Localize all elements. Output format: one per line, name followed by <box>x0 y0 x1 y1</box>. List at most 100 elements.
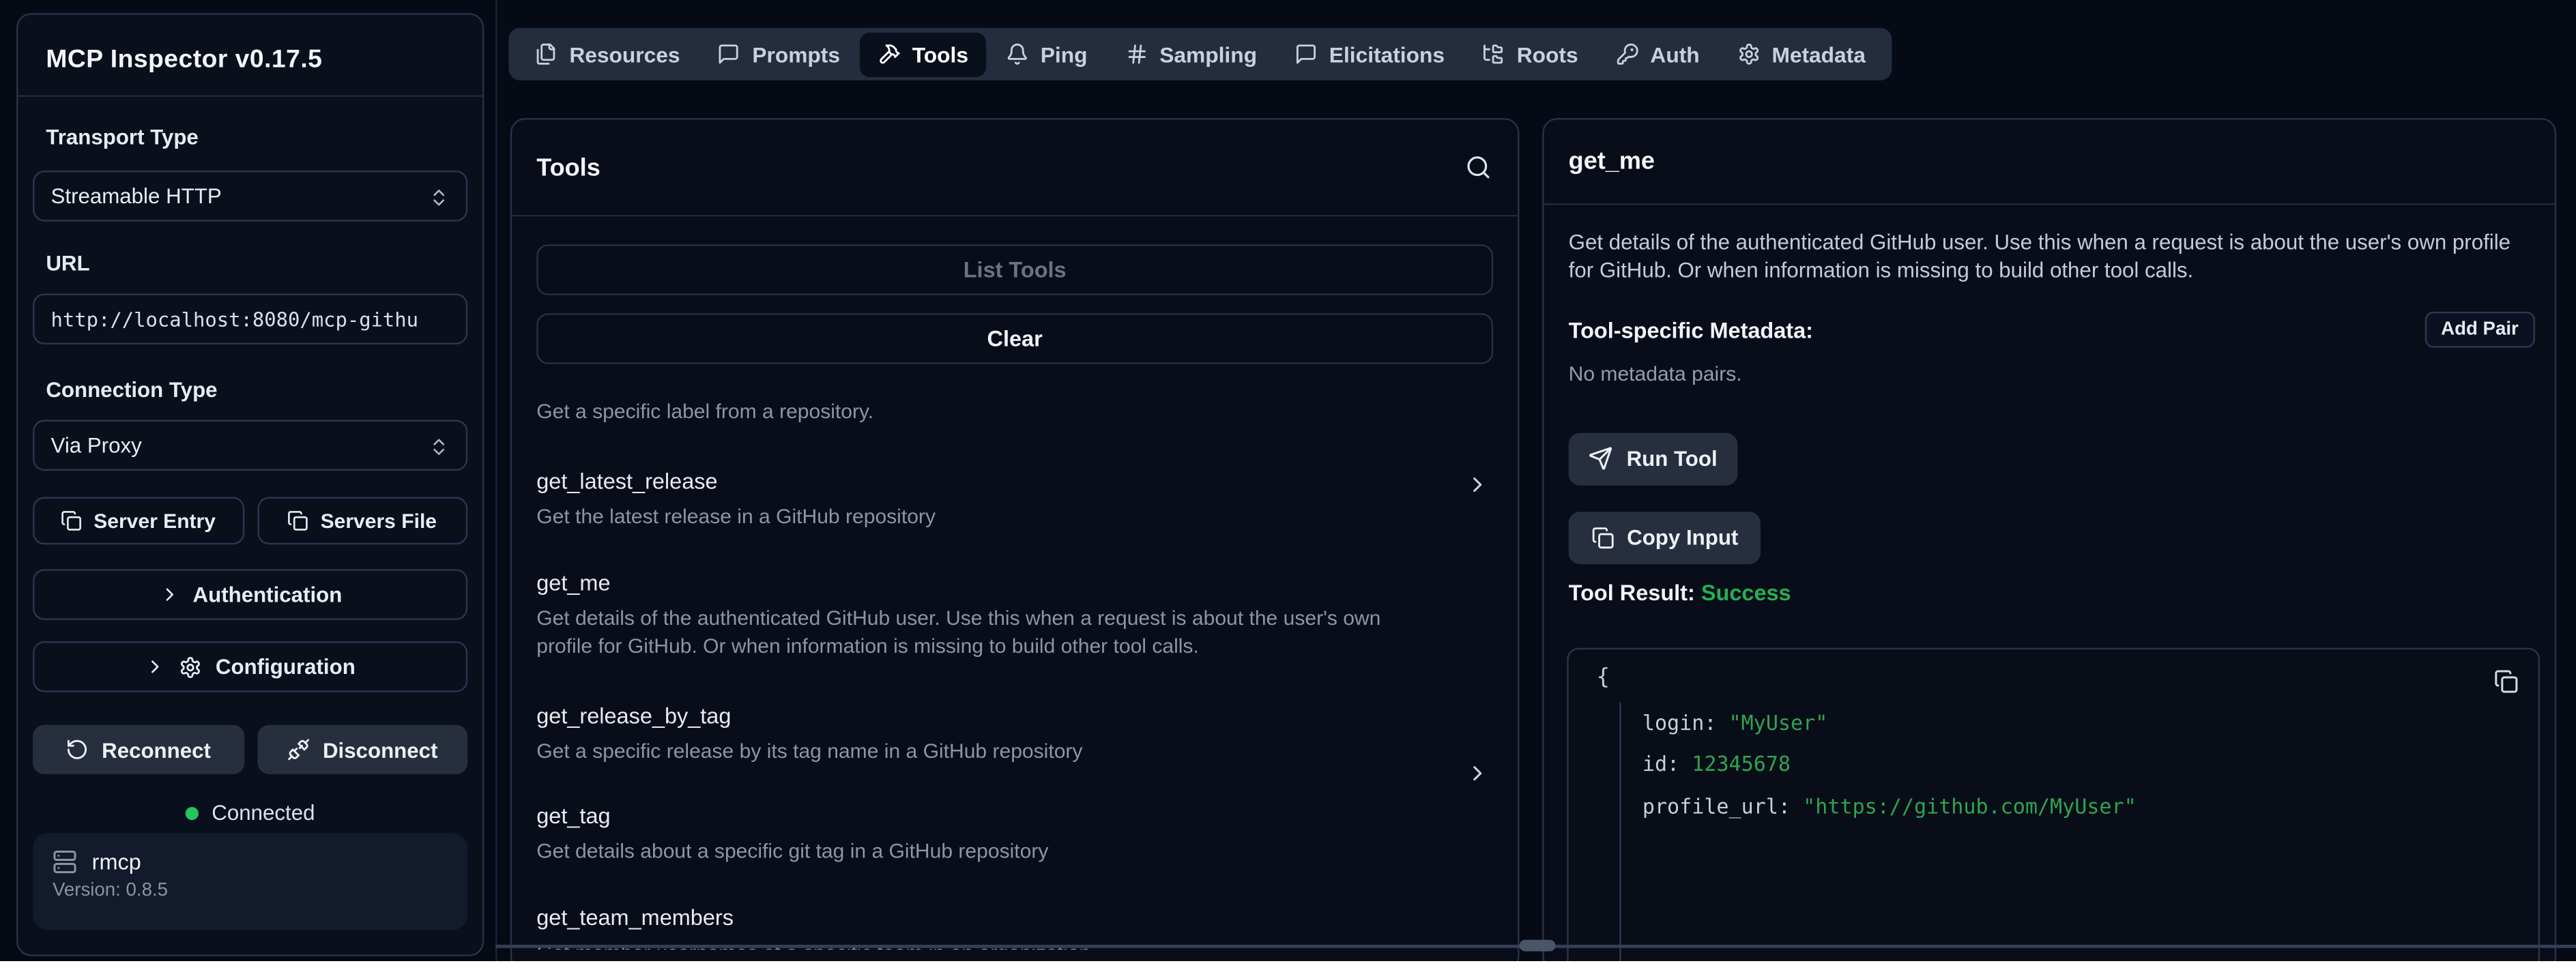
tools-panel: Tools List Tools Clear Get a specific la… <box>510 117 1520 960</box>
connection-type-value: Via Proxy <box>51 433 142 458</box>
tab-tools[interactable]: Tools <box>860 32 987 76</box>
connected-status-dot <box>186 807 199 820</box>
tool-description: Get details of the authenticated GitHub … <box>536 605 1422 659</box>
tab-resources[interactable]: Resources <box>517 32 698 76</box>
tool-description: Get a specific release by its tag name i… <box>536 738 1493 765</box>
json-gap <box>1642 827 2137 954</box>
folder-tree-icon <box>1482 43 1505 66</box>
json-line: login: "MyUser" <box>1642 701 2137 744</box>
tab-label: Resources <box>569 42 680 66</box>
tab-label: Auth <box>1650 42 1699 66</box>
tab-label: Sampling <box>1159 42 1257 66</box>
screenshot-viewport: MCP Inspector v0.17.5 Transport Type Str… <box>0 0 2576 970</box>
connection-buttons-row: Reconnect Disconnect <box>33 725 467 774</box>
tab-label: Metadata <box>1771 42 1865 66</box>
json-line: profile_url: "https://github.com/MyUser" <box>1642 785 2137 827</box>
tools-panel-header: Tools <box>512 119 1518 216</box>
bottom-resize-divider <box>495 945 2576 947</box>
chevron-right-icon <box>158 584 179 605</box>
tab-roots[interactable]: Roots <box>1464 32 1596 76</box>
server-entry-button[interactable]: Server Entry <box>33 497 244 545</box>
tab-prompts[interactable]: Prompts <box>699 32 858 76</box>
server-version: Version: 0.8.5 <box>53 881 448 900</box>
add-pair-button[interactable]: Add Pair <box>2425 311 2535 347</box>
tool-name[interactable]: get_team_members <box>536 905 1493 930</box>
tab-auth[interactable]: Auth <box>1597 32 1718 76</box>
tool-list-item[interactable]: get_me Get details of the authenticated … <box>536 571 1493 660</box>
send-icon <box>1589 446 1613 471</box>
tools-panel-title: Tools <box>536 153 600 181</box>
reconnect-label: Reconnect <box>102 737 211 762</box>
reconnect-button[interactable]: Reconnect <box>33 725 244 774</box>
authentication-toggle[interactable]: Authentication <box>33 569 467 620</box>
chevron-right-icon[interactable] <box>1465 471 1490 500</box>
tab-sampling[interactable]: Sampling <box>1107 32 1275 76</box>
json-key: profile_url: <box>1642 793 1803 818</box>
tab-ping[interactable]: Ping <box>988 32 1105 76</box>
json-value: "MyUser" <box>1729 709 1828 734</box>
json-value: 12345678 <box>1692 751 1791 776</box>
tool-list-item[interactable]: get_team_members Get member usernames of… <box>536 905 1493 950</box>
gear-icon <box>179 656 203 679</box>
search-icon[interactable] <box>1465 153 1491 183</box>
detail-panel-title: get_me <box>1569 147 1655 175</box>
configuration-label: Configuration <box>216 654 356 679</box>
copy-icon <box>287 510 308 531</box>
tool-result-line: Tool Result: Success <box>1569 580 1791 604</box>
tool-result-label: Tool Result: <box>1569 580 1695 604</box>
tool-list-item[interactable]: get_latest_release Get the latest releas… <box>536 469 1493 531</box>
disconnect-button[interactable]: Disconnect <box>257 725 467 774</box>
partial-tool-description: Get a specific label from a repository. <box>536 398 1493 426</box>
tool-name[interactable]: get_tag <box>536 804 1493 828</box>
json-open-brace: { <box>1597 664 1610 690</box>
json-line: id: 12345678 <box>1642 743 2137 785</box>
configuration-toggle[interactable]: Configuration <box>33 641 467 692</box>
list-tools-button[interactable]: List Tools <box>536 244 1493 295</box>
json-key: login: <box>1642 709 1729 734</box>
app-title: MCP Inspector v0.17.5 <box>46 46 322 75</box>
sidebar-main-divider <box>495 0 497 960</box>
tool-name[interactable]: get_release_by_tag <box>536 704 1493 729</box>
chevrons-up-down-icon <box>429 183 450 208</box>
tool-result-status: Success <box>1701 580 1791 604</box>
copy-input-button[interactable]: Copy Input <box>1569 511 1761 563</box>
message-square-icon <box>718 43 741 66</box>
files-icon <box>535 43 558 66</box>
servers-file-label: Servers File <box>321 510 437 533</box>
transport-type-select[interactable]: Streamable HTTP <box>33 171 467 222</box>
chevron-right-icon <box>145 656 167 677</box>
rotate-ccw-icon <box>66 738 89 761</box>
tool-name[interactable]: get_latest_release <box>536 469 1493 494</box>
sidebar: MCP Inspector v0.17.5 Transport Type Str… <box>16 13 484 956</box>
hammer-icon <box>878 43 901 66</box>
message-square-icon <box>1294 43 1318 66</box>
json-line-clipped: name: "Nothing Special" <box>1642 953 2137 960</box>
connection-type-label: Connection Type <box>46 377 217 402</box>
copy-icon[interactable] <box>2494 666 2519 696</box>
connection-type-select[interactable]: Via Proxy <box>33 420 467 471</box>
server-icon <box>53 850 77 875</box>
copy-icon <box>61 510 82 531</box>
servers-file-button[interactable]: Servers File <box>257 497 467 545</box>
tab-elicitations[interactable]: Elicitations <box>1277 32 1463 76</box>
no-metadata-text: No metadata pairs. <box>1569 362 1742 385</box>
run-tool-label: Run Tool <box>1627 446 1718 471</box>
url-input[interactable] <box>51 308 450 331</box>
tool-list-item[interactable]: get_tag Get details about a specific git… <box>536 804 1493 865</box>
result-json-box: { login: "MyUser" id: 12345678 profile_u… <box>1567 647 2540 960</box>
tool-list-item[interactable]: get_release_by_tag Get a specific releas… <box>536 704 1493 765</box>
entry-buttons-row: Server Entry Servers File <box>33 497 467 545</box>
server-name: rmcp <box>92 850 141 875</box>
disconnect-label: Disconnect <box>323 737 438 762</box>
clear-button[interactable]: Clear <box>536 313 1493 364</box>
run-tool-button[interactable]: Run Tool <box>1569 432 1738 485</box>
tool-detail-panel: get_me Get details of the authenticated … <box>1542 117 2556 960</box>
resize-handle[interactable] <box>1520 939 1556 952</box>
stage: MCP Inspector v0.17.5 Transport Type Str… <box>0 0 2576 970</box>
tab-metadata[interactable]: Metadata <box>1719 32 1883 76</box>
tool-name[interactable]: get_me <box>536 571 1493 596</box>
server-entry-label: Server Entry <box>93 510 216 533</box>
url-field-wrap <box>33 293 467 344</box>
clear-label: Clear <box>987 326 1043 351</box>
tools-list: Get a specific label from a repository. … <box>536 384 1493 950</box>
